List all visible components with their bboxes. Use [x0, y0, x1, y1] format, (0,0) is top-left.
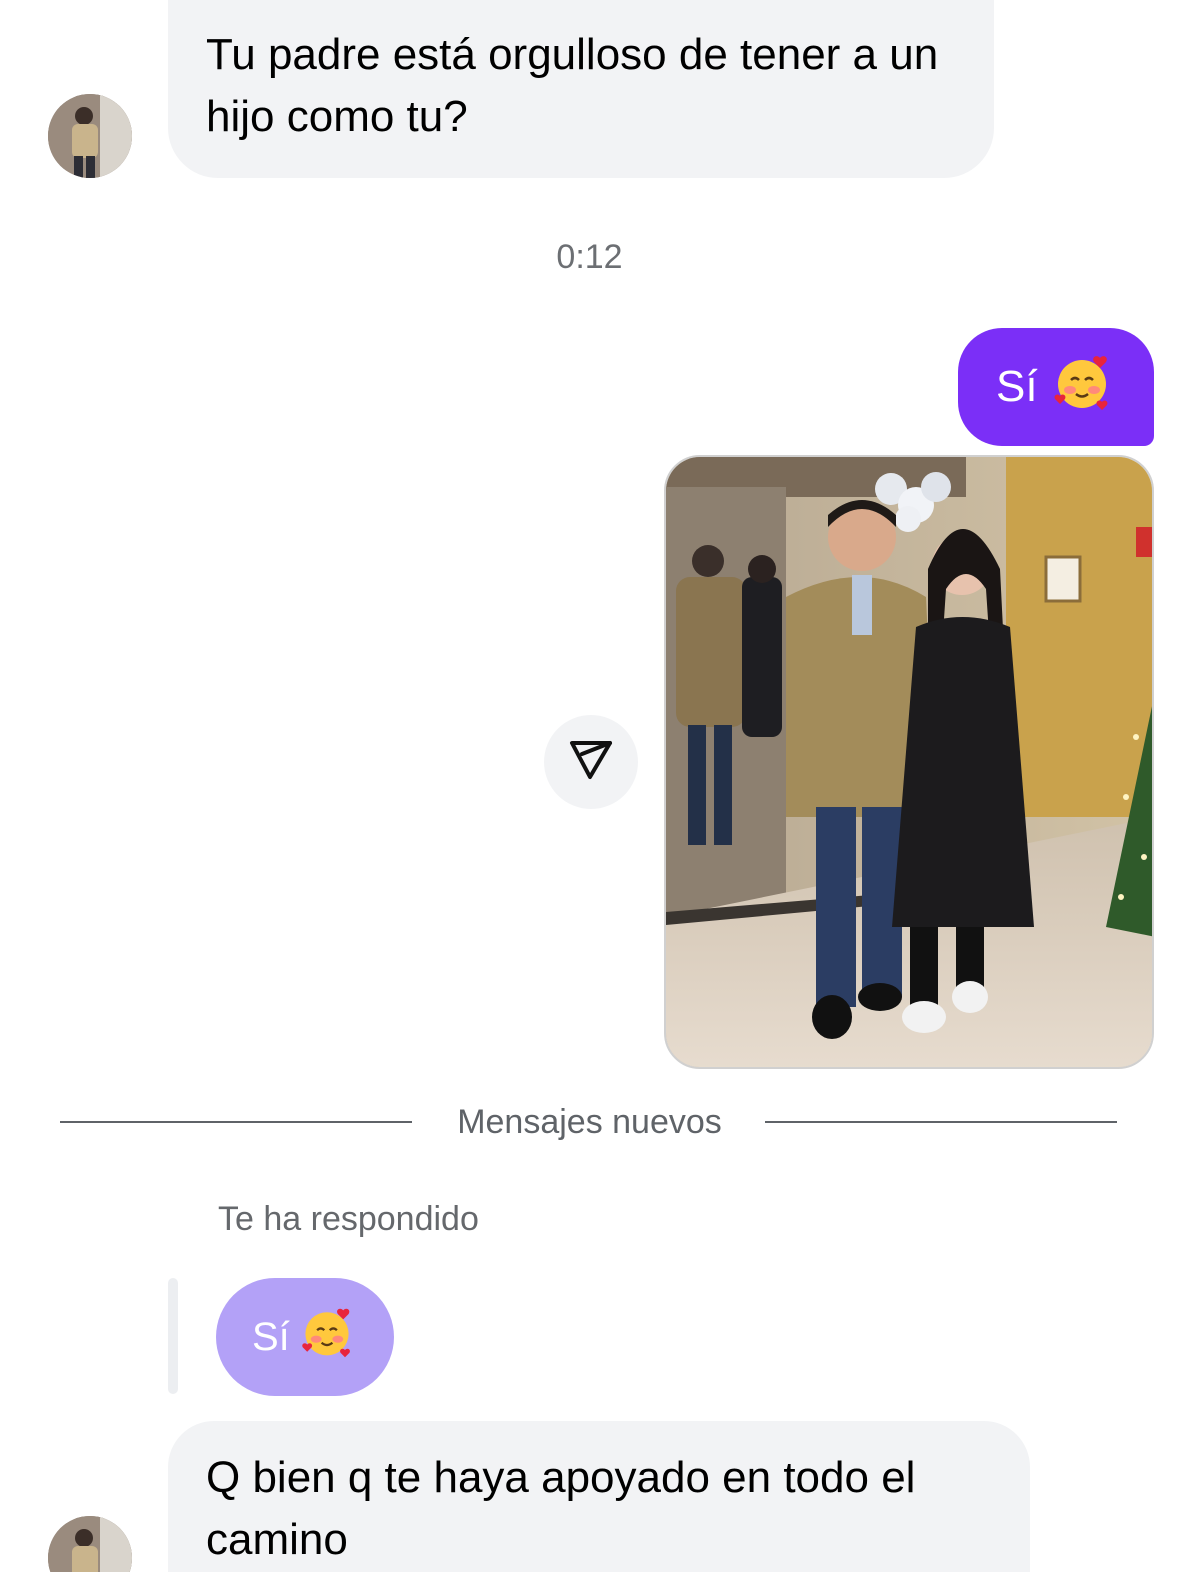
- new-messages-label: Mensajes nuevos: [457, 1103, 722, 1141]
- share-button[interactable]: [544, 715, 638, 809]
- reply-indicator-bar: [168, 1278, 178, 1394]
- reply-note: Te ha respondido: [218, 1200, 479, 1238]
- message-timestamp: 0:12: [556, 238, 623, 276]
- send-icon: [568, 737, 614, 788]
- smiling-face-with-hearts-icon: [300, 1305, 354, 1369]
- incoming-message-bubble[interactable]: Tu padre está orgulloso de tener a un hi…: [168, 0, 994, 178]
- outgoing-message-bubble[interactable]: Sí: [958, 328, 1154, 446]
- incoming-message-text: Q bien q te haya apoyado en todo el cami…: [206, 1453, 916, 1564]
- chat-screen: Tu padre está orgulloso de tener a un hi…: [0, 0, 1179, 1572]
- quoted-reply-text: Sí: [252, 1314, 290, 1359]
- incoming-message-bubble[interactable]: Q bien q te haya apoyado en todo el cami…: [168, 1421, 1030, 1572]
- shared-photo[interactable]: [664, 455, 1154, 1069]
- new-messages-divider: Mensajes nuevos: [0, 1100, 1179, 1144]
- sender-avatar[interactable]: [48, 1516, 132, 1572]
- outgoing-message-text: Sí: [996, 362, 1038, 411]
- sender-avatar[interactable]: [48, 94, 132, 178]
- quoted-reply-bubble[interactable]: Sí: [216, 1278, 394, 1396]
- incoming-message-text: Tu padre está orgulloso de tener a un hi…: [206, 30, 939, 141]
- smiling-face-with-hearts-icon: [1052, 352, 1112, 423]
